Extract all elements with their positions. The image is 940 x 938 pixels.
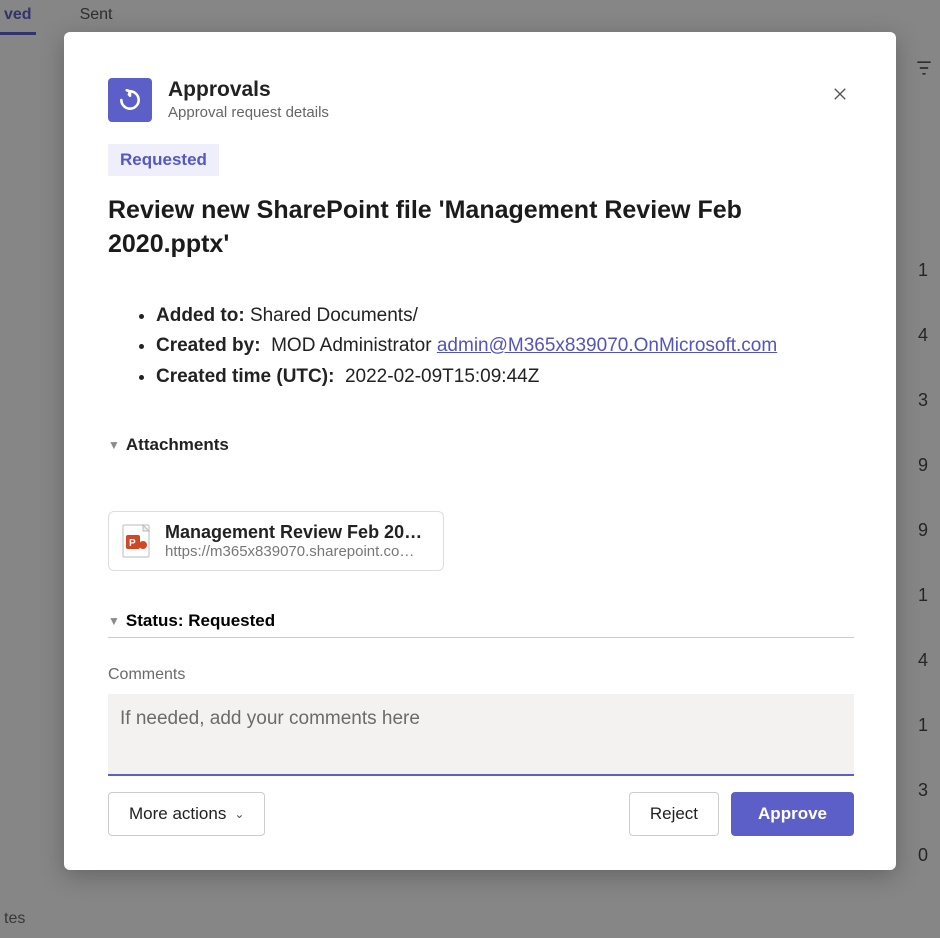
approve-label: Approve: [758, 804, 827, 824]
reject-label: Reject: [650, 804, 698, 824]
dialog-footer: More actions ⌄ Reject Approve: [64, 780, 896, 870]
attachments-section-header[interactable]: ▼ Attachments: [108, 435, 854, 455]
created-time-value: 2022-02-09T15:09:44Z: [345, 366, 539, 387]
approvals-app-icon: [108, 78, 152, 122]
added-to-label: Added to:: [156, 305, 245, 326]
status-section[interactable]: ▼ Status: Requested: [108, 611, 854, 638]
dialog-subtitle: Approval request details: [168, 104, 329, 121]
created-by-name: MOD Administrator: [271, 335, 431, 356]
svg-text:P: P: [129, 538, 136, 549]
close-icon: [831, 85, 849, 103]
request-title: Review new SharePoint file 'Management R…: [108, 194, 854, 262]
close-button[interactable]: [824, 78, 856, 110]
more-actions-button[interactable]: More actions ⌄: [108, 792, 265, 836]
created-by-email-link[interactable]: admin@M365x839070.OnMicrosoft.com: [437, 335, 777, 356]
dialog-title: Approvals: [168, 78, 329, 102]
chevron-down-icon: ▼: [108, 614, 120, 628]
attachment-card[interactable]: P Management Review Feb 202… https://m36…: [108, 511, 444, 571]
status-section-label: Status: Requested: [126, 611, 275, 631]
status-badge: Requested: [108, 144, 219, 176]
more-actions-label: More actions: [129, 804, 226, 824]
attachment-text: Management Review Feb 202… https://m365x…: [165, 522, 425, 560]
attachment-filename: Management Review Feb 202…: [165, 522, 425, 543]
approve-button[interactable]: Approve: [731, 792, 854, 836]
created-by-label: Created by:: [156, 335, 261, 356]
created-time-label: Created time (UTC):: [156, 366, 334, 387]
request-details-list: Added to: Shared Documents/ Created by: …: [156, 302, 854, 392]
attachments-label: Attachments: [126, 435, 229, 455]
powerpoint-file-icon: P: [121, 523, 153, 559]
detail-created-by: Created by: MOD Administrator admin@M365…: [156, 332, 854, 361]
chevron-down-icon: ⌄: [234, 807, 244, 821]
approval-details-dialog: Approvals Approval request details Reque…: [64, 32, 896, 870]
attachment-url: https://m365x839070.sharepoint.co…: [165, 543, 425, 560]
dialog-header: Approvals Approval request details: [64, 32, 896, 130]
detail-added-to: Added to: Shared Documents/: [156, 302, 854, 331]
detail-created-time: Created time (UTC): 2022-02-09T15:09:44Z: [156, 363, 854, 392]
comments-label: Comments: [108, 666, 854, 684]
comments-input[interactable]: [108, 694, 854, 776]
dialog-header-text: Approvals Approval request details: [168, 78, 329, 121]
chevron-down-icon: ▼: [108, 438, 120, 452]
added-to-value: Shared Documents/: [250, 305, 418, 326]
dialog-body[interactable]: Requested Review new SharePoint file 'Ma…: [64, 130, 896, 780]
reject-button[interactable]: Reject: [629, 792, 719, 836]
